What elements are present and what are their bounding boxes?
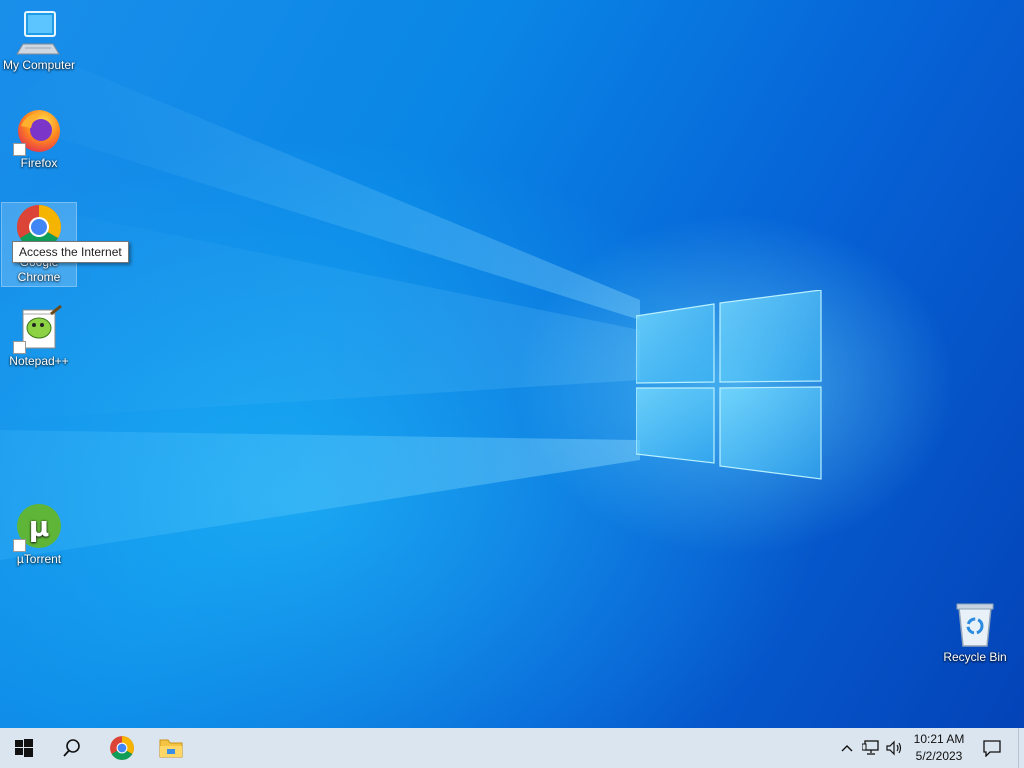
taskbar: 10:21 AM 5/2/2023 bbox=[0, 728, 1024, 768]
desktop-icon-recycle-bin[interactable]: Recycle Bin bbox=[938, 600, 1012, 665]
windows-icon bbox=[15, 739, 33, 757]
desktop-icon-notepad-plus-plus[interactable]: Notepad++ bbox=[2, 304, 76, 369]
taskbar-file-explorer-button[interactable] bbox=[147, 728, 195, 768]
desktop-icon-label: Notepad++ bbox=[9, 354, 69, 368]
desktop-icon-label: My Computer bbox=[2, 58, 76, 72]
network-icon bbox=[862, 740, 879, 755]
desktop-icon-firefox[interactable]: Firefox bbox=[2, 106, 76, 171]
desktop-icon-label: Recycle Bin bbox=[943, 650, 1007, 664]
search-button[interactable] bbox=[48, 728, 96, 768]
shortcut-arrow-icon bbox=[13, 341, 26, 354]
network-button[interactable] bbox=[860, 728, 882, 768]
desktop-icon-label: Firefox bbox=[20, 156, 58, 170]
wallpaper-light-beams bbox=[0, 60, 640, 560]
desktop[interactable]: My Computer Firefox Chrome Access the In… bbox=[0, 0, 1024, 728]
recycle-bin-icon bbox=[951, 600, 999, 648]
volume-icon bbox=[886, 740, 902, 756]
tooltip: Access the Internet bbox=[12, 241, 129, 263]
utorrent-icon: µ bbox=[13, 502, 63, 552]
clock[interactable]: 10:21 AM 5/2/2023 bbox=[904, 731, 974, 765]
desktop-icon-label: µTorrent bbox=[16, 552, 62, 566]
windows-logo-wallpaper bbox=[636, 290, 822, 480]
start-button[interactable] bbox=[0, 728, 48, 768]
show-hidden-icons-button[interactable] bbox=[838, 728, 856, 768]
action-center-button[interactable] bbox=[978, 728, 1006, 768]
notification-icon bbox=[983, 740, 1001, 757]
computer-icon bbox=[15, 8, 63, 56]
desktop-icon-my-computer[interactable]: My Computer bbox=[2, 8, 76, 73]
clock-date: 5/2/2023 bbox=[915, 749, 963, 763]
chrome-icon bbox=[110, 736, 134, 760]
svg-text:µ: µ bbox=[29, 510, 50, 543]
notepad-plus-plus-icon bbox=[13, 304, 63, 354]
volume-button[interactable] bbox=[884, 728, 906, 768]
desktop-icon-utorrent[interactable]: µ µTorrent bbox=[2, 502, 76, 567]
firefox-icon bbox=[13, 106, 63, 156]
show-desktop-button[interactable] bbox=[1018, 728, 1024, 768]
taskbar-chrome-button[interactable] bbox=[98, 728, 146, 768]
folder-icon bbox=[159, 739, 183, 758]
chevron-up-icon bbox=[841, 745, 853, 752]
shortcut-arrow-icon bbox=[13, 143, 26, 156]
clock-time: 10:21 AM bbox=[913, 732, 965, 746]
search-icon bbox=[63, 739, 80, 757]
shortcut-arrow-icon bbox=[13, 539, 26, 552]
